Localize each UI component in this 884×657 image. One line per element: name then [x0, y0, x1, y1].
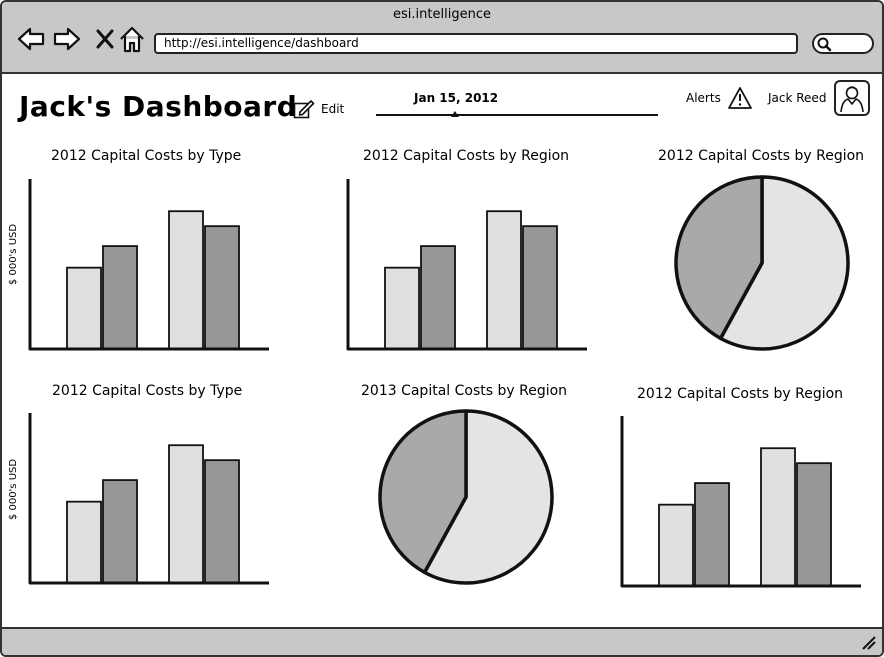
user-avatar-icon [840, 86, 865, 113]
pie-chart [378, 409, 554, 585]
chart-title: 2012 Capital Costs by Region [658, 148, 865, 164]
alert-triangle-icon [727, 87, 752, 109]
bar [420, 245, 456, 350]
bar-chart [28, 179, 269, 351]
search-icon [817, 37, 832, 52]
home-icon[interactable] [117, 24, 147, 54]
chart-title: 2012 Capital Costs by Region [637, 386, 844, 402]
forward-arrow-icon[interactable] [52, 24, 82, 54]
browser-window: esi.intelligence http://esi.intelligence… [0, 0, 884, 657]
bar [796, 462, 832, 587]
resize-grip-icon[interactable] [860, 634, 876, 650]
search-box[interactable] [812, 33, 874, 54]
bar [204, 459, 240, 584]
chart-title: 2012 Capital Costs by Type [51, 148, 242, 164]
status-bar [2, 627, 882, 655]
date-label: Jan 15, 2012 [414, 91, 499, 105]
bar-chart [620, 416, 861, 588]
window-title: esi.intelligence [393, 7, 491, 22]
bar [102, 479, 138, 584]
bar [66, 266, 102, 350]
y-axis-label: $ 000's USD [8, 223, 20, 286]
bar [760, 447, 796, 587]
alerts-button[interactable]: Alerts [686, 86, 753, 110]
pie-chart [674, 175, 850, 351]
user-name: Jack Reed [768, 91, 827, 105]
address-bar[interactable]: http://esi.intelligence/dashboard [154, 33, 798, 54]
bar [204, 225, 240, 350]
bar [694, 482, 730, 587]
edit-label: Edit [321, 102, 345, 116]
date-slider[interactable] [376, 108, 660, 122]
bar-chart [346, 179, 587, 351]
edit-button[interactable]: Edit [293, 99, 344, 119]
bar [384, 266, 420, 350]
chart-title: 2012 Capital Costs by Type [52, 383, 243, 399]
bar-chart [28, 413, 269, 585]
page-title: Jack's Dashboard [19, 90, 298, 123]
chart-title: 2013 Capital Costs by Region [361, 383, 568, 399]
browser-toolbar: esi.intelligence http://esi.intelligence… [2, 2, 882, 74]
alerts-label: Alerts [686, 91, 721, 105]
close-x-icon[interactable] [90, 24, 120, 54]
avatar [834, 80, 871, 116]
bar [66, 500, 102, 584]
chart-title: 2012 Capital Costs by Region [363, 148, 570, 164]
edit-icon [293, 100, 315, 119]
back-arrow-icon[interactable] [16, 24, 46, 54]
user-menu[interactable]: Jack Reed [768, 80, 871, 116]
y-axis-label: $ 000's USD [8, 458, 20, 521]
bar [658, 503, 694, 587]
bar [486, 210, 522, 350]
bar [168, 444, 204, 584]
bar [522, 225, 558, 350]
bar [102, 245, 138, 350]
bar [168, 210, 204, 350]
